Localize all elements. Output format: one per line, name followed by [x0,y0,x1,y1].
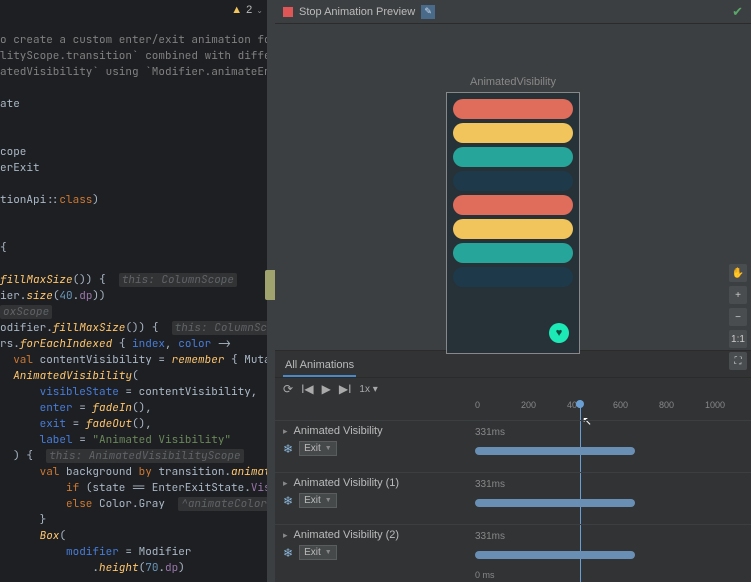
preview-bar [453,195,573,215]
code-content[interactable]: o create a custom enter/exit animation f… [0,32,275,576]
chevron-down-icon: ▼ [325,549,332,556]
state-value: Exit [304,547,321,558]
success-icon: ✔ [732,4,743,20]
chevron-right-icon[interactable]: ▸ [283,426,288,437]
preview-bar [453,147,573,167]
code-editor-pane: ▲ 2 ⌄ o create a custom enter/exit anima… [0,0,275,582]
zoom-reset[interactable]: 1:1 [729,330,747,348]
track-name: Animated Visibility (2) [294,529,400,541]
inspection-widget[interactable]: ▲ 2 ⌄ [231,4,263,16]
reset-button[interactable]: ⟳ [283,382,293,396]
pan-tool[interactable]: ✋ [729,264,747,282]
chevron-right-icon[interactable]: ▸ [283,478,288,489]
preview-bar [453,219,573,239]
play-button[interactable]: ▶ [322,382,331,396]
step-back-button[interactable]: I◀ [301,382,314,396]
warning-icon: ▲ [231,4,242,16]
zoom-in[interactable]: + [729,286,747,304]
timeline-footer: 0 ms [475,570,495,580]
freeze-icon[interactable]: ❄ [283,442,293,456]
freeze-icon[interactable]: ❄ [283,546,293,560]
preview-bar [453,99,573,119]
animation-tabs: All Animations [275,351,751,378]
zoom-out[interactable]: − [729,308,747,326]
track-segment[interactable] [475,499,635,507]
stop-icon[interactable] [283,7,293,17]
state-dropdown[interactable]: Exit ▼ [299,493,337,508]
ruler-tick: 800 [659,400,705,416]
ruler-tick: 0 [475,400,521,416]
preview-pane: Stop Animation Preview ✎ ✔ AnimatedVisib… [275,0,751,582]
preview-label: AnimatedVisibility [470,76,556,88]
preview-toolbar: Stop Animation Preview ✎ ✔ [275,0,751,24]
preview-bar [453,243,573,263]
toolbar-title: Stop Animation Preview [299,6,415,18]
track-duration: 331ms [475,479,505,490]
heart-icon: ♥ [556,327,563,339]
preview-bar [453,267,573,287]
animation-panel: All Animations ⟳ I◀ ▶ ▶I 1x ▾ 0200400600… [275,350,751,582]
fab-button[interactable]: ♥ [549,323,569,343]
track-segment[interactable] [475,447,635,455]
preview-bar [453,171,573,191]
state-value: Exit [304,495,321,506]
timeline[interactable]: 02004006008001000 ↖ ▸ Animated Visibilit… [275,400,751,582]
chevron-down-icon: ▼ [325,445,332,452]
track-name: Animated Visibility (1) [294,477,400,489]
speed-selector[interactable]: 1x ▾ [359,384,377,395]
warning-count: 2 [246,4,252,16]
tab-all-animations[interactable]: All Animations [283,355,356,377]
chevron-down-icon: ⌄ [256,6,263,15]
step-forward-button[interactable]: ▶I [339,382,352,396]
canvas-tools: ✋ + − 1:1 ⛶ [729,264,747,370]
ruler-tick: 600 [613,400,659,416]
splitter[interactable] [267,0,275,582]
state-dropdown[interactable]: Exit ▼ [299,545,337,560]
gutter-marker [265,270,275,300]
zoom-fit[interactable]: ⛶ [729,352,747,370]
track-name: Animated Visibility [294,425,383,437]
animation-track[interactable]: ▸ Animated Visibility (2) 331ms ❄ Exit ▼ [275,524,751,576]
state-dropdown[interactable]: Exit ▼ [299,441,337,456]
track-duration: 331ms [475,427,505,438]
freeze-icon[interactable]: ❄ [283,494,293,508]
track-segment[interactable] [475,551,635,559]
track-duration: 331ms [475,531,505,542]
playback-controls: ⟳ I◀ ▶ ▶I 1x ▾ [275,378,751,400]
preview-bar [453,123,573,143]
track-list: ▸ Animated Visibility 331ms ❄ Exit ▼ ▸ A… [275,420,751,582]
chevron-right-icon[interactable]: ▸ [283,530,288,541]
ruler-tick: 1000 [705,400,751,416]
state-value: Exit [304,443,321,454]
animation-track[interactable]: ▸ Animated Visibility (1) 331ms ❄ Exit ▼ [275,472,751,524]
device-frame: ♥ [446,92,580,354]
timeline-ruler: 02004006008001000 [475,400,751,416]
animation-track[interactable]: ▸ Animated Visibility 331ms ❄ Exit ▼ [275,420,751,472]
preview-canvas[interactable]: AnimatedVisibility ♥ ✋ + − 1:1 ⛶ [275,24,751,350]
edit-icon[interactable]: ✎ [421,5,435,19]
ruler-tick: 200 [521,400,567,416]
chevron-down-icon: ▼ [325,497,332,504]
